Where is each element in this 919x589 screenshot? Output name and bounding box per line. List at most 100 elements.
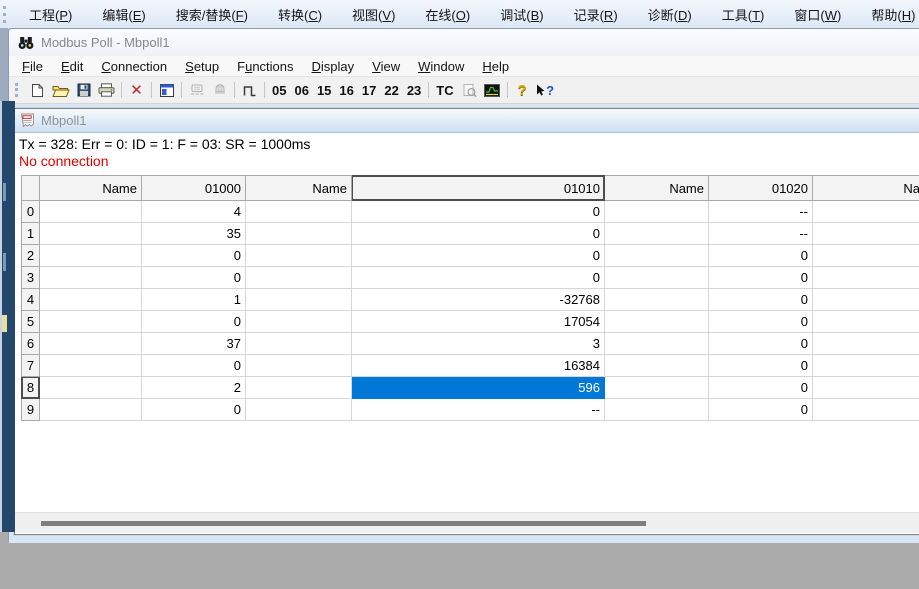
row-header-4[interactable]: 4 [22,289,40,311]
cell-r2-c1[interactable] [40,245,142,267]
function-code-05-button[interactable]: 05 [268,79,290,101]
function-code-06-button[interactable]: 06 [290,79,312,101]
cell-r3-c2[interactable]: 0 [142,267,246,289]
cell-r4-c3[interactable] [246,289,352,311]
cell-r2-c3[interactable] [246,245,352,267]
menu-item-3[interactable]: Setup [176,59,228,74]
cell-r6-c3[interactable] [246,333,352,355]
menu-item-5[interactable]: Display [303,59,364,74]
menu-item-6[interactable]: View [363,59,409,74]
cell-r9-c6[interactable]: 0 [709,399,813,421]
cell-r5-c4[interactable]: 17054 [352,311,605,333]
cell-r1-c7[interactable] [813,223,919,245]
read-write-definition-button[interactable] [155,79,178,101]
cell-r2-c4[interactable]: 0 [352,245,605,267]
cell-r8-c1[interactable] [40,377,142,399]
cell-r6-c1[interactable] [40,333,142,355]
dock-panel-strip[interactable] [0,101,15,532]
cell-r3-c6[interactable]: 0 [709,267,813,289]
document-title-bar[interactable]: Mbpoll1 [15,109,919,133]
cell-r6-c7[interactable] [813,333,919,355]
column-header-Name-1[interactable]: Name [40,176,142,201]
toolbar-grip-icon[interactable] [15,83,21,97]
row-header-5[interactable]: 5 [22,311,40,333]
cell-r5-c7[interactable] [813,311,919,333]
row-header-7[interactable]: 7 [22,355,40,377]
context-help-button[interactable]: ? [534,79,557,101]
cell-r9-c2[interactable]: 0 [142,399,246,421]
cell-r2-c7[interactable] [813,245,919,267]
host-menu-item-8[interactable]: 诊断(D) [633,5,707,24]
toolbar-grip-icon[interactable] [3,6,6,23]
row-header-6[interactable]: 6 [22,333,40,355]
cell-r1-c6[interactable]: -- [709,223,813,245]
title-bar[interactable]: Modbus Poll - Mbpoll1 [9,29,919,56]
cell-r9-c3[interactable] [246,399,352,421]
row-header-8[interactable]: 8 [22,377,40,399]
cell-r5-c1[interactable] [40,311,142,333]
cell-r7-c2[interactable]: 0 [142,355,246,377]
test-center-button[interactable]: TC [432,79,457,101]
open-file-button[interactable] [49,79,72,101]
menu-item-1[interactable]: Edit [52,59,92,74]
stop-poll-button-disabled[interactable] [185,79,208,101]
horizontal-scrollbar[interactable] [15,512,919,533]
host-menu-item-11[interactable]: 帮助(H) [856,5,919,24]
cell-r8-c6[interactable]: 0 [709,377,813,399]
cell-r3-c1[interactable] [40,267,142,289]
cell-r5-c2[interactable]: 0 [142,311,246,333]
cell-r7-c5[interactable] [605,355,709,377]
column-header-01020-6[interactable]: 01020 [709,176,813,201]
cell-r0-c3[interactable] [246,201,352,223]
host-menu-item-0[interactable]: 工程(P) [14,5,87,24]
cell-r4-c2[interactable]: 1 [142,289,246,311]
new-file-button[interactable] [26,79,49,101]
menu-item-0[interactable]: File [13,59,52,74]
cell-r0-c5[interactable] [605,201,709,223]
print-button[interactable] [95,79,118,101]
single-poll-button[interactable] [238,79,261,101]
column-header-Name-7[interactable]: Name [813,176,919,201]
grid-corner-header[interactable] [22,176,40,201]
column-header-Name-3[interactable]: Name [246,176,352,201]
print-preview-button-disabled[interactable] [458,79,481,101]
cell-r3-c4[interactable]: 0 [352,267,605,289]
cell-r8-c3[interactable] [246,377,352,399]
cell-r3-c5[interactable] [605,267,709,289]
host-menu-item-9[interactable]: 工具(T) [707,5,780,24]
cell-r5-c6[interactable]: 0 [709,311,813,333]
cell-r4-c4[interactable]: -32768 [352,289,605,311]
cell-r0-c4[interactable]: 0 [352,201,605,223]
cell-r1-c1[interactable] [40,223,142,245]
host-menu-item-2[interactable]: 搜索/替换(F) [161,5,263,24]
host-menu-item-6[interactable]: 调试(B) [485,5,558,24]
host-menu-item-1[interactable]: 编辑(E) [87,5,160,24]
horizontal-scrollbar-thumb[interactable] [41,521,646,526]
cell-r0-c1[interactable] [40,201,142,223]
cell-r7-c7[interactable] [813,355,919,377]
cell-r2-c5[interactable] [605,245,709,267]
menu-item-8[interactable]: Help [473,59,518,74]
menu-item-4[interactable]: Functions [228,59,302,74]
column-header-01000-2[interactable]: 01000 [142,176,246,201]
function-code-23-button[interactable]: 23 [403,79,425,101]
host-menu-item-10[interactable]: 窗口(W) [779,5,856,24]
cell-r4-c7[interactable] [813,289,919,311]
cell-r9-c7[interactable] [813,399,919,421]
cell-r6-c2[interactable]: 37 [142,333,246,355]
function-code-16-button[interactable]: 16 [335,79,357,101]
row-header-1[interactable]: 1 [22,223,40,245]
cell-r5-c5[interactable] [605,311,709,333]
cell-r3-c3[interactable] [246,267,352,289]
column-header-Name-5[interactable]: Name [605,176,709,201]
function-code-22-button[interactable]: 22 [380,79,402,101]
cell-r0-c6[interactable]: -- [709,201,813,223]
cell-r8-c5[interactable] [605,377,709,399]
cell-r8-c2[interactable]: 2 [142,377,246,399]
host-menu-item-3[interactable]: 转换(C) [263,5,337,24]
cell-r1-c5[interactable] [605,223,709,245]
host-menu-item-4[interactable]: 视图(V) [337,5,410,24]
row-header-3[interactable]: 3 [22,267,40,289]
disconnect-button[interactable]: ✕ [125,79,148,101]
function-code-15-button[interactable]: 15 [313,79,335,101]
